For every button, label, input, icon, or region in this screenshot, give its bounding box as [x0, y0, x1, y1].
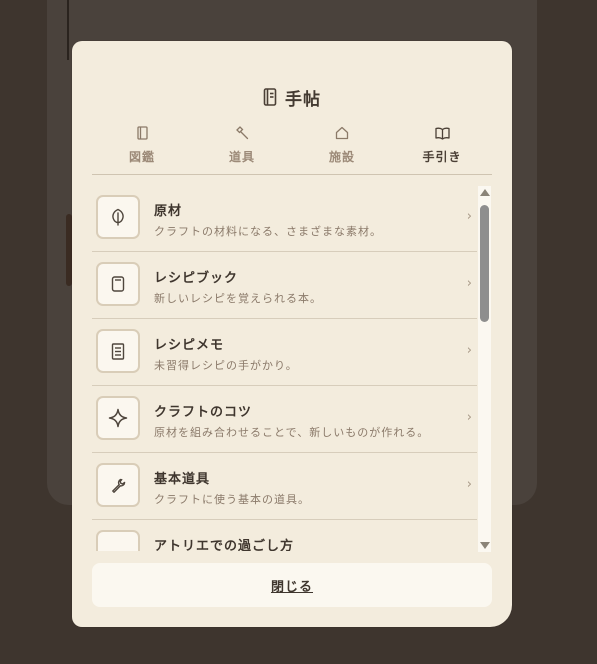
item-description: 原材を組み合わせることで、新しいものが作れる。 [154, 426, 430, 439]
list-item-recipe-book[interactable]: レシピブック 新しいレシピを覚えられる本。 › [92, 252, 477, 319]
hammer-icon [234, 125, 250, 141]
chevron-right-icon: › [466, 276, 472, 291]
list-item-basic-tools[interactable]: 基本道具 クラフトに使う基本の道具。 › [92, 453, 477, 520]
list-item-crafting-tips[interactable]: クラフトのコツ 原材を組み合わせることで、新しいものが作れる。 › [92, 386, 477, 453]
leaf-icon [96, 195, 140, 239]
modal-header: 手帖 [72, 85, 512, 110]
book-icon [134, 125, 150, 141]
scroll-thumb[interactable] [480, 205, 489, 322]
tab-label: 図鑑 [128, 150, 155, 164]
tab-tools[interactable]: 道具 [192, 124, 292, 174]
sparkle-icon [96, 396, 140, 440]
list-scrollbar[interactable] [478, 186, 491, 552]
list-item-recipe-memo[interactable]: レシピメモ 未習得レシピの手がかり。 › [92, 319, 477, 386]
chevron-right-icon: › [466, 209, 472, 224]
notebook-modal: 手帖 図鑑 道具 施設 手引き 原材 クラフトの材料になる、さまざまな素材。 ›… [72, 41, 512, 627]
item-title: 原材 [154, 204, 183, 219]
guide-list: 原材 クラフトの材料になる、さまざまな素材。 › レシピブック 新しいレシピを覚… [92, 185, 477, 551]
open-book-icon [434, 125, 450, 141]
chevron-right-icon: › [466, 410, 472, 425]
item-description: 未習得レシピの手がかり。 [154, 359, 298, 372]
modal-title: 手帖 [285, 89, 321, 110]
item-description: 新しいレシピを覚えられる本。 [154, 292, 322, 305]
close-button-label: 閉じる [270, 579, 313, 595]
item-description: クラフトに使う基本の道具。 [154, 493, 310, 506]
notebook-icon [263, 88, 277, 106]
chevron-right-icon: › [466, 477, 472, 492]
chevron-right-icon: › [466, 343, 472, 358]
recipe-book-icon [96, 262, 140, 306]
tab-facilities[interactable]: 施設 [292, 124, 392, 174]
wrench-icon [96, 463, 140, 507]
tab-bar: 図鑑 道具 施設 手引き [92, 124, 492, 175]
list-item-materials[interactable]: 原材 クラフトの材料になる、さまざまな素材。 › [92, 185, 477, 252]
item-title: アトリエでの過ごし方 [154, 539, 295, 551]
tab-label: 手引き [422, 150, 462, 164]
tab-label: 施設 [328, 150, 355, 164]
house-icon [334, 125, 350, 141]
background-divider [67, 0, 69, 60]
memo-icon [96, 329, 140, 373]
scroll-down-arrow-icon[interactable] [480, 542, 490, 549]
scroll-up-arrow-icon[interactable] [480, 189, 490, 196]
close-button[interactable]: 閉じる [92, 563, 492, 607]
item-title: 基本道具 [154, 472, 211, 487]
item-title: クラフトのコツ [154, 405, 253, 420]
item-description: クラフトの材料になる、さまざまな素材。 [154, 225, 382, 238]
item-title: レシピメモ [154, 338, 225, 353]
list-item-atelier[interactable]: アトリエでの過ごし方 [92, 520, 477, 551]
atelier-icon [96, 530, 140, 551]
tab-label: 道具 [228, 150, 255, 164]
tab-guide[interactable]: 手引き [392, 124, 492, 174]
tab-encyclopedia[interactable]: 図鑑 [92, 124, 192, 174]
item-title: レシピブック [154, 271, 239, 286]
